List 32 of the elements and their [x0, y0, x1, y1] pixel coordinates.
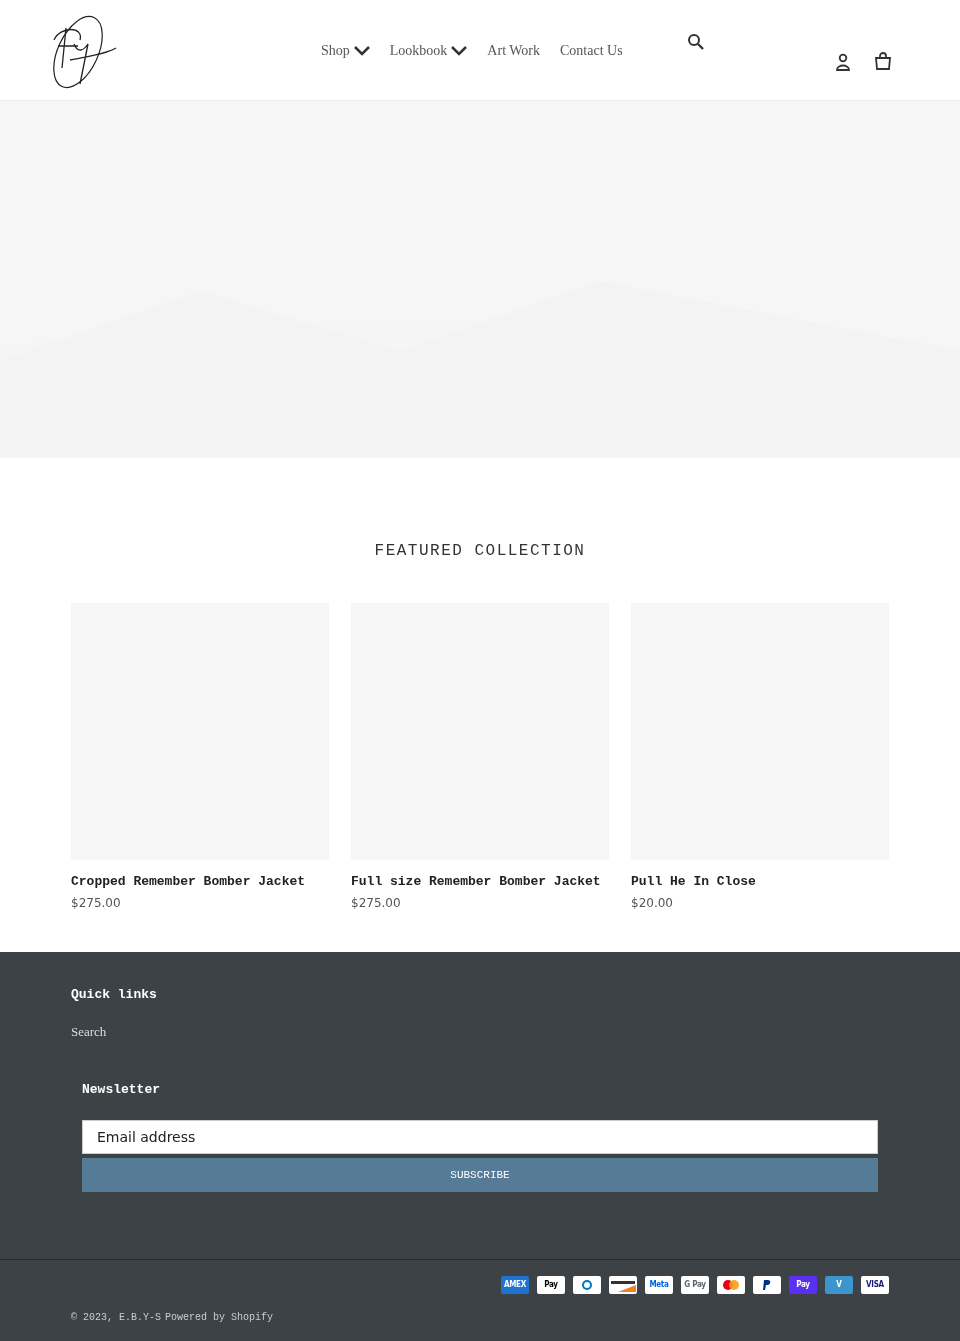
product-title[interactable]: Cropped Remember Bomber Jacket [71, 872, 329, 892]
product-title[interactable]: Pull He In Close [631, 872, 889, 892]
account-icon[interactable] [834, 53, 851, 71]
search-icon[interactable] [686, 33, 705, 51]
footer-link[interactable]: Search [71, 1022, 889, 1042]
section-title: FEATURED COLLECTION [373, 541, 587, 562]
nav-link[interactable]: Lookbook [389, 40, 448, 61]
payment-icon: Meta [645, 1276, 673, 1294]
nav-link[interactable]: Art Work [487, 40, 541, 61]
payment-icon: V [825, 1276, 853, 1294]
footer-heading: Newsletter [82, 1080, 161, 1099]
copyright-text: © 2023, E.B.Y-S [71, 1311, 161, 1325]
product-title[interactable]: Full size Remember Bomber Jacket [351, 872, 609, 892]
payment-icon [753, 1276, 781, 1294]
payment-icon [609, 1276, 637, 1294]
email-field[interactable]: Email address [82, 1120, 878, 1154]
cart-icon[interactable] [873, 52, 892, 70]
nav-link[interactable]: Contact Us [560, 40, 623, 61]
payment-icon: Pay [789, 1276, 817, 1294]
product-price: $275.00 [71, 894, 122, 912]
payment-icon [573, 1276, 601, 1294]
subscribe-button[interactable]: SUBSCRIBE [82, 1158, 878, 1192]
payment-icon: Pay [537, 1276, 565, 1294]
payment-icon: VISA [861, 1276, 889, 1294]
payment-icon [717, 1276, 745, 1294]
product-price: $275.00 [351, 894, 402, 912]
powered-by-link[interactable]: Powered by Shopify [165, 1310, 274, 1325]
payment-icon: AMEX [501, 1276, 529, 1294]
payment-icon: G Pay [681, 1276, 709, 1294]
product-price: $20.00 [631, 894, 674, 912]
nav-link[interactable]: Shop [321, 40, 350, 61]
footer-heading: Quick links [71, 985, 158, 1004]
